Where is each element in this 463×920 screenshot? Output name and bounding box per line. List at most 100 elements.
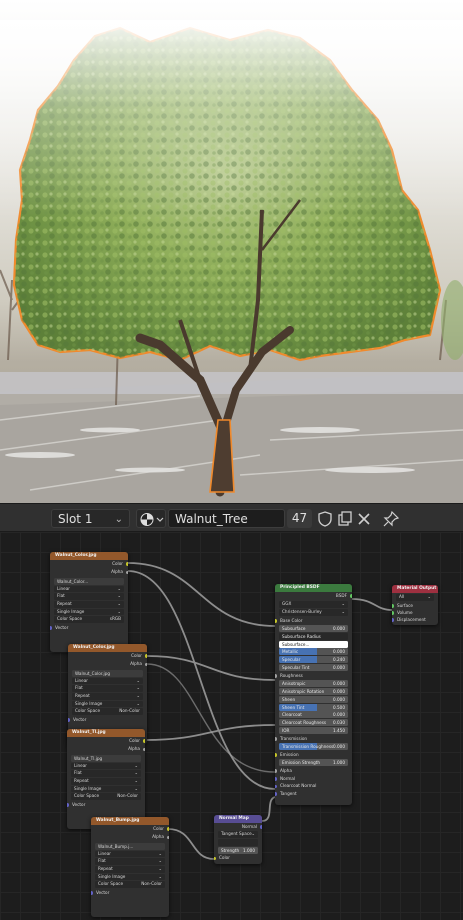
unlink-close-icon[interactable] bbox=[355, 510, 373, 528]
input-vector-socket[interactable]: Vector bbox=[50, 624, 128, 632]
input-vector-socket[interactable]: Vector bbox=[68, 716, 147, 724]
space-dropdown[interactable]: Tangent Space ⌄ bbox=[218, 831, 258, 838]
input-vector-socket[interactable]: Vector bbox=[91, 889, 169, 897]
image-selector[interactable]: Walnut_Tl.jpg bbox=[71, 754, 141, 762]
interpolation-dropdown[interactable]: Linear ⌄ bbox=[72, 677, 143, 685]
input-color-socket[interactable]: Color bbox=[214, 854, 262, 861]
link-roughness bbox=[146, 655, 276, 681]
sheen-tint-field[interactable]: Sheen Tint 0.500 bbox=[279, 703, 348, 711]
projection-dropdown[interactable]: Flat ⌄ bbox=[54, 593, 124, 600]
input-transmission[interactable]: Transmission bbox=[275, 735, 352, 743]
interpolation-dropdown[interactable]: Linear ⌄ bbox=[71, 762, 141, 770]
image-texture-node-transmission[interactable]: Walnut_Tl.jpg Color Alpha Walnut_Tl.jpg … bbox=[67, 729, 145, 829]
slot-dropdown[interactable]: Slot 1 ⌄ bbox=[51, 509, 130, 528]
output-alpha-socket[interactable]: Alpha bbox=[67, 745, 145, 753]
material-name-field[interactable]: Walnut_Tree bbox=[168, 509, 285, 528]
input-displacement-socket[interactable]: Displacement bbox=[392, 616, 438, 623]
pin-icon[interactable] bbox=[382, 510, 400, 528]
specular-field[interactable]: Specular 0.240 bbox=[279, 656, 348, 664]
input-clearcoat-normal[interactable]: Clearcoat Normal bbox=[275, 782, 352, 790]
browse-material-button[interactable] bbox=[136, 509, 166, 528]
subsurface-radius-field[interactable]: Subsurface Radius bbox=[279, 632, 348, 640]
source-dropdown[interactable]: Single Image ⌄ bbox=[54, 608, 124, 616]
target-dropdown[interactable]: All ⌄ bbox=[396, 594, 434, 601]
emission-strength-field[interactable]: Emission Strength 1.000 bbox=[279, 759, 348, 767]
anisotropic-rotation-field[interactable]: Anisotropic Rotation 0.000 bbox=[279, 687, 348, 695]
source-dropdown[interactable]: Single Image ⌄ bbox=[95, 873, 165, 881]
output-alpha-socket[interactable]: Alpha bbox=[50, 568, 128, 576]
node-header: Walnut_Tl.jpg bbox=[67, 729, 145, 737]
interpolation-dropdown[interactable]: Linear ⌄ bbox=[54, 585, 124, 593]
node-header: Normal Map bbox=[214, 815, 262, 823]
extension-dropdown[interactable]: Repeat ⌄ bbox=[54, 600, 124, 608]
output-color-socket[interactable]: Color bbox=[50, 560, 128, 568]
link-bump-color bbox=[167, 828, 215, 860]
color-space-dropdown[interactable]: Color Space sRGB bbox=[54, 616, 124, 623]
material-output-node[interactable]: Material Output All ⌄ Surface Volume Disp… bbox=[392, 585, 438, 625]
output-normal-socket[interactable]: Normal bbox=[214, 823, 262, 830]
source-dropdown[interactable]: Single Image ⌄ bbox=[71, 785, 141, 793]
clearcoat-field[interactable]: Clearcoat 0.000 bbox=[279, 711, 348, 719]
3d-viewport[interactable] bbox=[0, 0, 463, 503]
material-sphere-icon bbox=[140, 513, 164, 526]
output-color-socket[interactable]: Color bbox=[68, 652, 147, 660]
color-space-dropdown[interactable]: Color Space Non-Color bbox=[95, 881, 165, 888]
metallic-field[interactable]: Metallic 0.000 bbox=[279, 648, 348, 656]
input-tangent[interactable]: Tangent bbox=[275, 790, 352, 798]
principled-bsdf-node[interactable]: Principled BSDF BSDF GGX ⌄ Christensen-Bu… bbox=[275, 584, 352, 805]
output-alpha-socket[interactable]: Alpha bbox=[91, 833, 169, 841]
output-alpha-socket[interactable]: Alpha bbox=[68, 660, 147, 668]
user-count-button[interactable]: 47 bbox=[287, 509, 312, 528]
chevron-down-icon: ⌄ bbox=[114, 514, 123, 525]
projection-dropdown[interactable]: Flat ⌄ bbox=[95, 858, 165, 865]
interpolation-dropdown[interactable]: Linear ⌄ bbox=[95, 850, 165, 858]
subsurface-method-dropdown[interactable]: Christensen-Burley ⌄ bbox=[279, 608, 348, 616]
distribution-dropdown[interactable]: GGX ⌄ bbox=[279, 601, 348, 608]
output-color-socket[interactable]: Color bbox=[67, 737, 145, 745]
extension-dropdown[interactable]: Repeat ⌄ bbox=[71, 777, 141, 785]
anisotropic-field[interactable]: Anisotropic 0.000 bbox=[279, 680, 348, 688]
image-selector[interactable]: Walnut_Color.jpg bbox=[72, 669, 143, 677]
extension-dropdown[interactable]: Repeat ⌄ bbox=[72, 692, 143, 700]
input-base-color[interactable]: Base Color bbox=[275, 617, 352, 625]
link-color-to-basecolor bbox=[127, 562, 276, 627]
node-header: Walnut_Color.jpg bbox=[68, 644, 147, 652]
color-space-dropdown[interactable]: Color Space Non-Color bbox=[72, 708, 143, 715]
duplicate-material-icon[interactable] bbox=[336, 510, 354, 528]
strength-field[interactable]: Strength 1.000 bbox=[218, 846, 258, 854]
input-volume-socket[interactable]: Volume bbox=[392, 609, 438, 616]
projection-dropdown[interactable]: Flat ⌄ bbox=[71, 770, 141, 777]
input-vector-socket[interactable]: Vector bbox=[67, 801, 145, 809]
input-alpha[interactable]: Alpha bbox=[275, 767, 352, 775]
color-space-dropdown[interactable]: Color Space Non-Color bbox=[71, 793, 141, 800]
uv-map-field[interactable] bbox=[218, 838, 258, 846]
image-selector[interactable]: Walnut_Bump.j... bbox=[95, 842, 165, 850]
input-surface-socket[interactable]: Surface bbox=[392, 602, 438, 609]
image-selector[interactable]: Walnut_Color... bbox=[54, 577, 124, 585]
image-texture-node-color[interactable]: Walnut_Color.jpg Color Alpha Walnut_Colo… bbox=[50, 552, 128, 652]
source-dropdown[interactable]: Single Image ⌄ bbox=[72, 700, 143, 708]
fake-user-shield-icon[interactable] bbox=[316, 510, 334, 528]
viewport-render bbox=[0, 20, 463, 503]
sheen-field[interactable]: Sheen 0.000 bbox=[279, 695, 348, 703]
subsurface-field[interactable]: Subsurface 0.000 bbox=[279, 624, 348, 632]
projection-dropdown[interactable]: Flat ⌄ bbox=[72, 685, 143, 692]
input-normal[interactable]: Normal bbox=[275, 775, 352, 783]
node-header: Material Output bbox=[392, 585, 438, 593]
specular-tint-field[interactable]: Specular Tint 0.000 bbox=[279, 663, 348, 671]
tree-canopy[interactable] bbox=[0, 20, 463, 362]
clearcoat-roughness-field[interactable]: Clearcoat Roughness 0.030 bbox=[279, 719, 348, 727]
image-texture-node-bump[interactable]: Walnut_Bump.jpg Color Alpha Walnut_Bump.… bbox=[91, 817, 169, 917]
subsurface-color-field[interactable]: Subsurface... bbox=[279, 640, 348, 648]
ior-field[interactable]: IOR 1.450 bbox=[279, 726, 348, 734]
node-header: Walnut_Bump.jpg bbox=[91, 817, 169, 825]
node-header: Walnut_Color.jpg bbox=[50, 552, 128, 560]
shader-node-editor[interactable]: Walnut_Color.jpg Color Alpha Walnut_Colo… bbox=[0, 532, 463, 920]
normal-map-node[interactable]: Normal Map Normal Tangent Space ⌄ Strengt… bbox=[214, 815, 262, 864]
output-color-socket[interactable]: Color bbox=[91, 825, 169, 833]
transmission-roughness-field[interactable]: Transmission Roughness 0.000 bbox=[279, 743, 348, 751]
output-bsdf-socket[interactable]: BSDF bbox=[275, 592, 352, 600]
input-emission[interactable]: Emission bbox=[275, 751, 352, 759]
extension-dropdown[interactable]: Repeat ⌄ bbox=[95, 865, 165, 873]
input-roughness[interactable]: Roughness bbox=[275, 672, 352, 680]
